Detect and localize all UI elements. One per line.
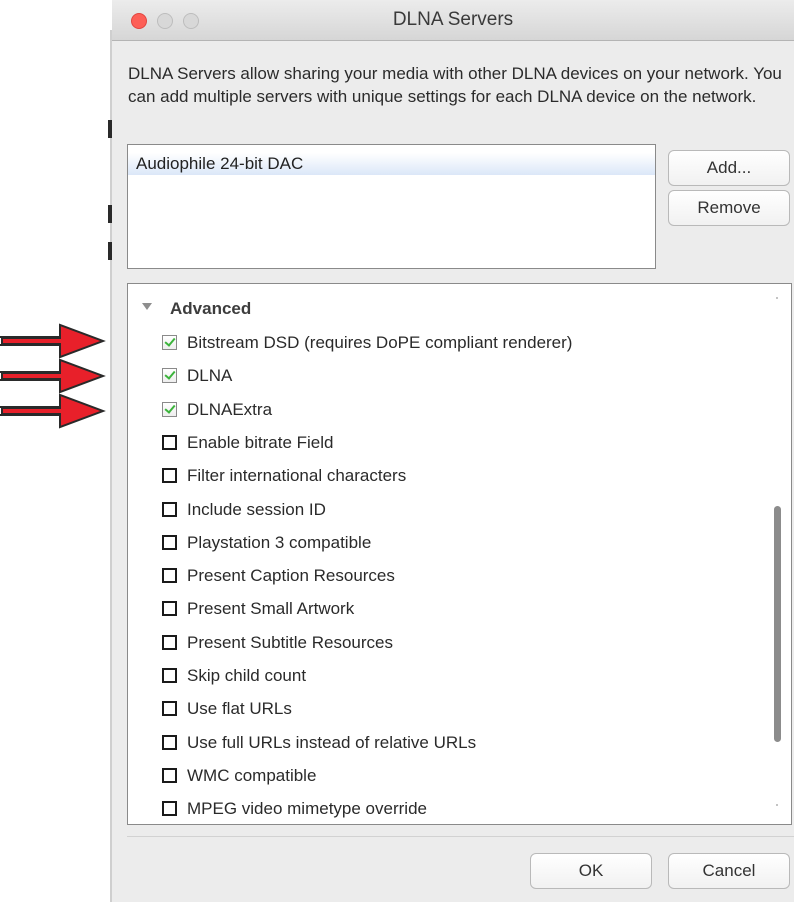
checkbox-unchecked[interactable]	[162, 801, 177, 817]
advanced-option-label[interactable]: Playstation 3 compatible	[187, 531, 371, 555]
red-arrow-icon	[0, 393, 106, 429]
scrollbar-thumb[interactable]	[774, 506, 781, 742]
server-list[interactable]: Audiophile 24-bit DAC	[127, 144, 656, 269]
checkbox-checked[interactable]	[162, 368, 177, 384]
checkbox-unchecked[interactable]	[162, 434, 177, 450]
advanced-option-label[interactable]: Enable bitrate Field	[187, 431, 333, 455]
advanced-option-label[interactable]: Use full URLs instead of relative URLs	[187, 731, 476, 755]
scrollbar-end-dot	[776, 804, 778, 806]
advanced-option-label[interactable]: Present Subtitle Resources	[187, 631, 393, 655]
add-server-button[interactable]: Add...	[668, 150, 790, 186]
checkbox-unchecked[interactable]	[162, 601, 177, 617]
advanced-option-label[interactable]: WMC compatible	[187, 764, 316, 788]
advanced-settings-panel[interactable]: Advanced Bitstream DSD (requires DoPE co…	[127, 283, 792, 825]
disclosure-triangle-icon[interactable]	[142, 303, 152, 310]
advanced-option-label[interactable]: Present Small Artwork	[187, 597, 354, 621]
checkbox-unchecked[interactable]	[162, 634, 177, 650]
checkbox-checked[interactable]	[162, 335, 177, 350]
advanced-option-label[interactable]: Present Caption Resources	[187, 564, 395, 588]
advanced-option-label[interactable]: Filter international characters	[187, 464, 406, 488]
ok-button[interactable]: OK	[530, 853, 652, 889]
checkbox-checked[interactable]	[162, 401, 177, 417]
checkbox-unchecked[interactable]	[162, 701, 177, 717]
checkbox-unchecked[interactable]	[162, 668, 177, 683]
dialog-description: DLNA Servers allow sharing your media wi…	[128, 64, 782, 106]
checkbox-unchecked[interactable]	[162, 734, 177, 750]
title-bar: DLNA Servers	[112, 0, 794, 41]
advanced-option-label[interactable]: DLNAExtra	[187, 398, 272, 422]
cancel-button[interactable]: Cancel	[668, 853, 790, 889]
advanced-option-label[interactable]: Include session ID	[187, 498, 326, 522]
advanced-option-label[interactable]: DLNA	[187, 364, 232, 388]
advanced-option-label[interactable]: Skip child count	[187, 664, 306, 688]
checkbox-unchecked[interactable]	[162, 501, 177, 517]
checkbox-unchecked[interactable]	[162, 534, 177, 550]
window-title: DLNA Servers	[392, 9, 514, 30]
advanced-option-label[interactable]: MPEG video mimetype override	[187, 797, 427, 821]
checkbox-unchecked[interactable]	[162, 767, 177, 783]
footer-divider	[127, 836, 794, 837]
scrollbar-end-dot	[776, 297, 778, 299]
advanced-option-label[interactable]: Bitstream DSD (requires DoPE compliant r…	[187, 331, 572, 355]
checkbox-unchecked[interactable]	[162, 468, 177, 484]
remove-server-button[interactable]: Remove	[668, 190, 790, 226]
advanced-option-label[interactable]: Use flat URLs	[187, 697, 292, 721]
advanced-section-title: Advanced	[170, 299, 252, 318]
checkbox-unchecked[interactable]	[162, 568, 177, 584]
server-list-item-selected[interactable]: Audiophile 24-bit DAC	[128, 153, 655, 175]
dlna-servers-dialog: DLNA Servers DLNA Servers allow sharing …	[112, 0, 794, 902]
